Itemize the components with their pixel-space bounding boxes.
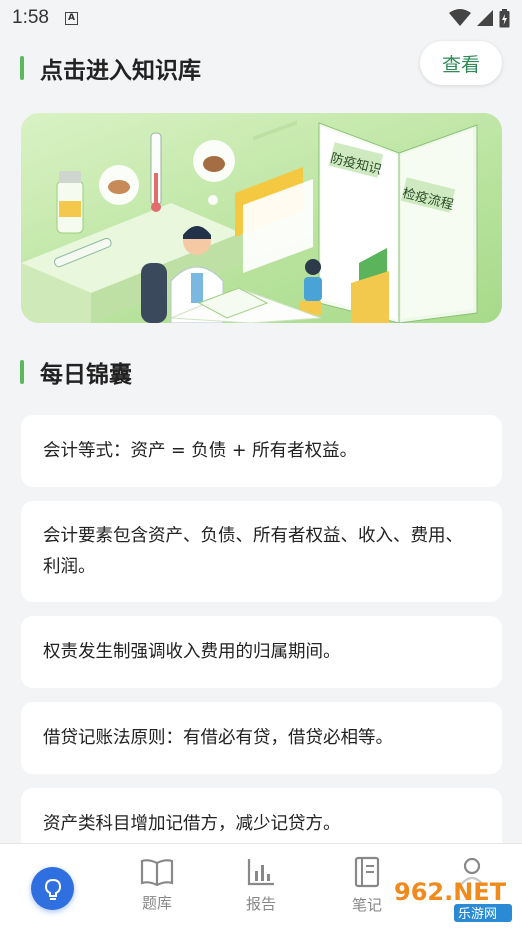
- banner-illustration: 防疫知识 检疫流程: [21, 120, 478, 323]
- watermark-logo: 962.NET 乐游网: [388, 874, 516, 924]
- status-time: 1:58: [12, 7, 49, 28]
- tip-card[interactable]: 会计要素包含资产、负债、所有者权益、收入、费用、利润。: [21, 501, 502, 602]
- nav-item-report[interactable]: 报告: [236, 844, 286, 928]
- tip-text: 权责发生制强调收入费用的归属期间。: [43, 641, 341, 662]
- status-bar: 1:58 A: [0, 0, 522, 36]
- accent-bar: [20, 360, 24, 384]
- nav-label: 题库: [141, 894, 172, 912]
- knowledge-base-header: 点击进入知识库: [20, 51, 201, 85]
- tip-text: 会计等式：资产 = 负债 + 所有者权益。: [43, 440, 358, 461]
- tip-card[interactable]: 会计等式：资产 = 负债 + 所有者权益。: [21, 415, 502, 487]
- knowledge-banner[interactable]: 防疫知识 检疫流程: [21, 113, 502, 323]
- tip-text: 会计要素包含资产、负债、所有者权益、收入、费用、利润。: [43, 525, 463, 577]
- tips-section-title: 每日锦囊: [40, 362, 132, 388]
- page-title: 点击进入知识库: [40, 58, 201, 84]
- lightbulb-icon: [44, 878, 61, 900]
- nav-item-notes[interactable]: 笔记: [342, 844, 392, 928]
- view-button[interactable]: 查看: [420, 41, 502, 85]
- watermark-brand: 962.NET: [394, 878, 507, 906]
- fab-button[interactable]: [31, 867, 74, 910]
- wifi-icon: [449, 9, 471, 26]
- tips-section-header: 每日锦囊: [20, 355, 132, 389]
- book-icon: [140, 859, 174, 886]
- watermark-sub: 乐游网: [458, 907, 497, 922]
- battery-icon: [499, 8, 510, 27]
- bar-chart-icon: [247, 859, 274, 886]
- nav-label: 报告: [245, 895, 276, 913]
- tip-card[interactable]: 权责发生制强调收入费用的归属期间。: [21, 616, 502, 688]
- nav-label: 笔记: [351, 896, 382, 914]
- tip-text: 资产类科目增加记借方，减少记贷方。: [43, 813, 341, 834]
- status-icons: [449, 8, 510, 28]
- accent-bar: [20, 56, 24, 80]
- tip-text: 借贷记账法原则：有借必有贷，借贷必相等。: [43, 727, 393, 748]
- notebook-icon: [354, 856, 380, 888]
- signal-icon: [477, 10, 493, 26]
- tip-card[interactable]: 借贷记账法原则：有借必有贷，借贷必相等。: [21, 702, 502, 774]
- nav-item-question-bank[interactable]: 题库: [132, 844, 182, 928]
- notification-a-icon: A: [64, 11, 78, 25]
